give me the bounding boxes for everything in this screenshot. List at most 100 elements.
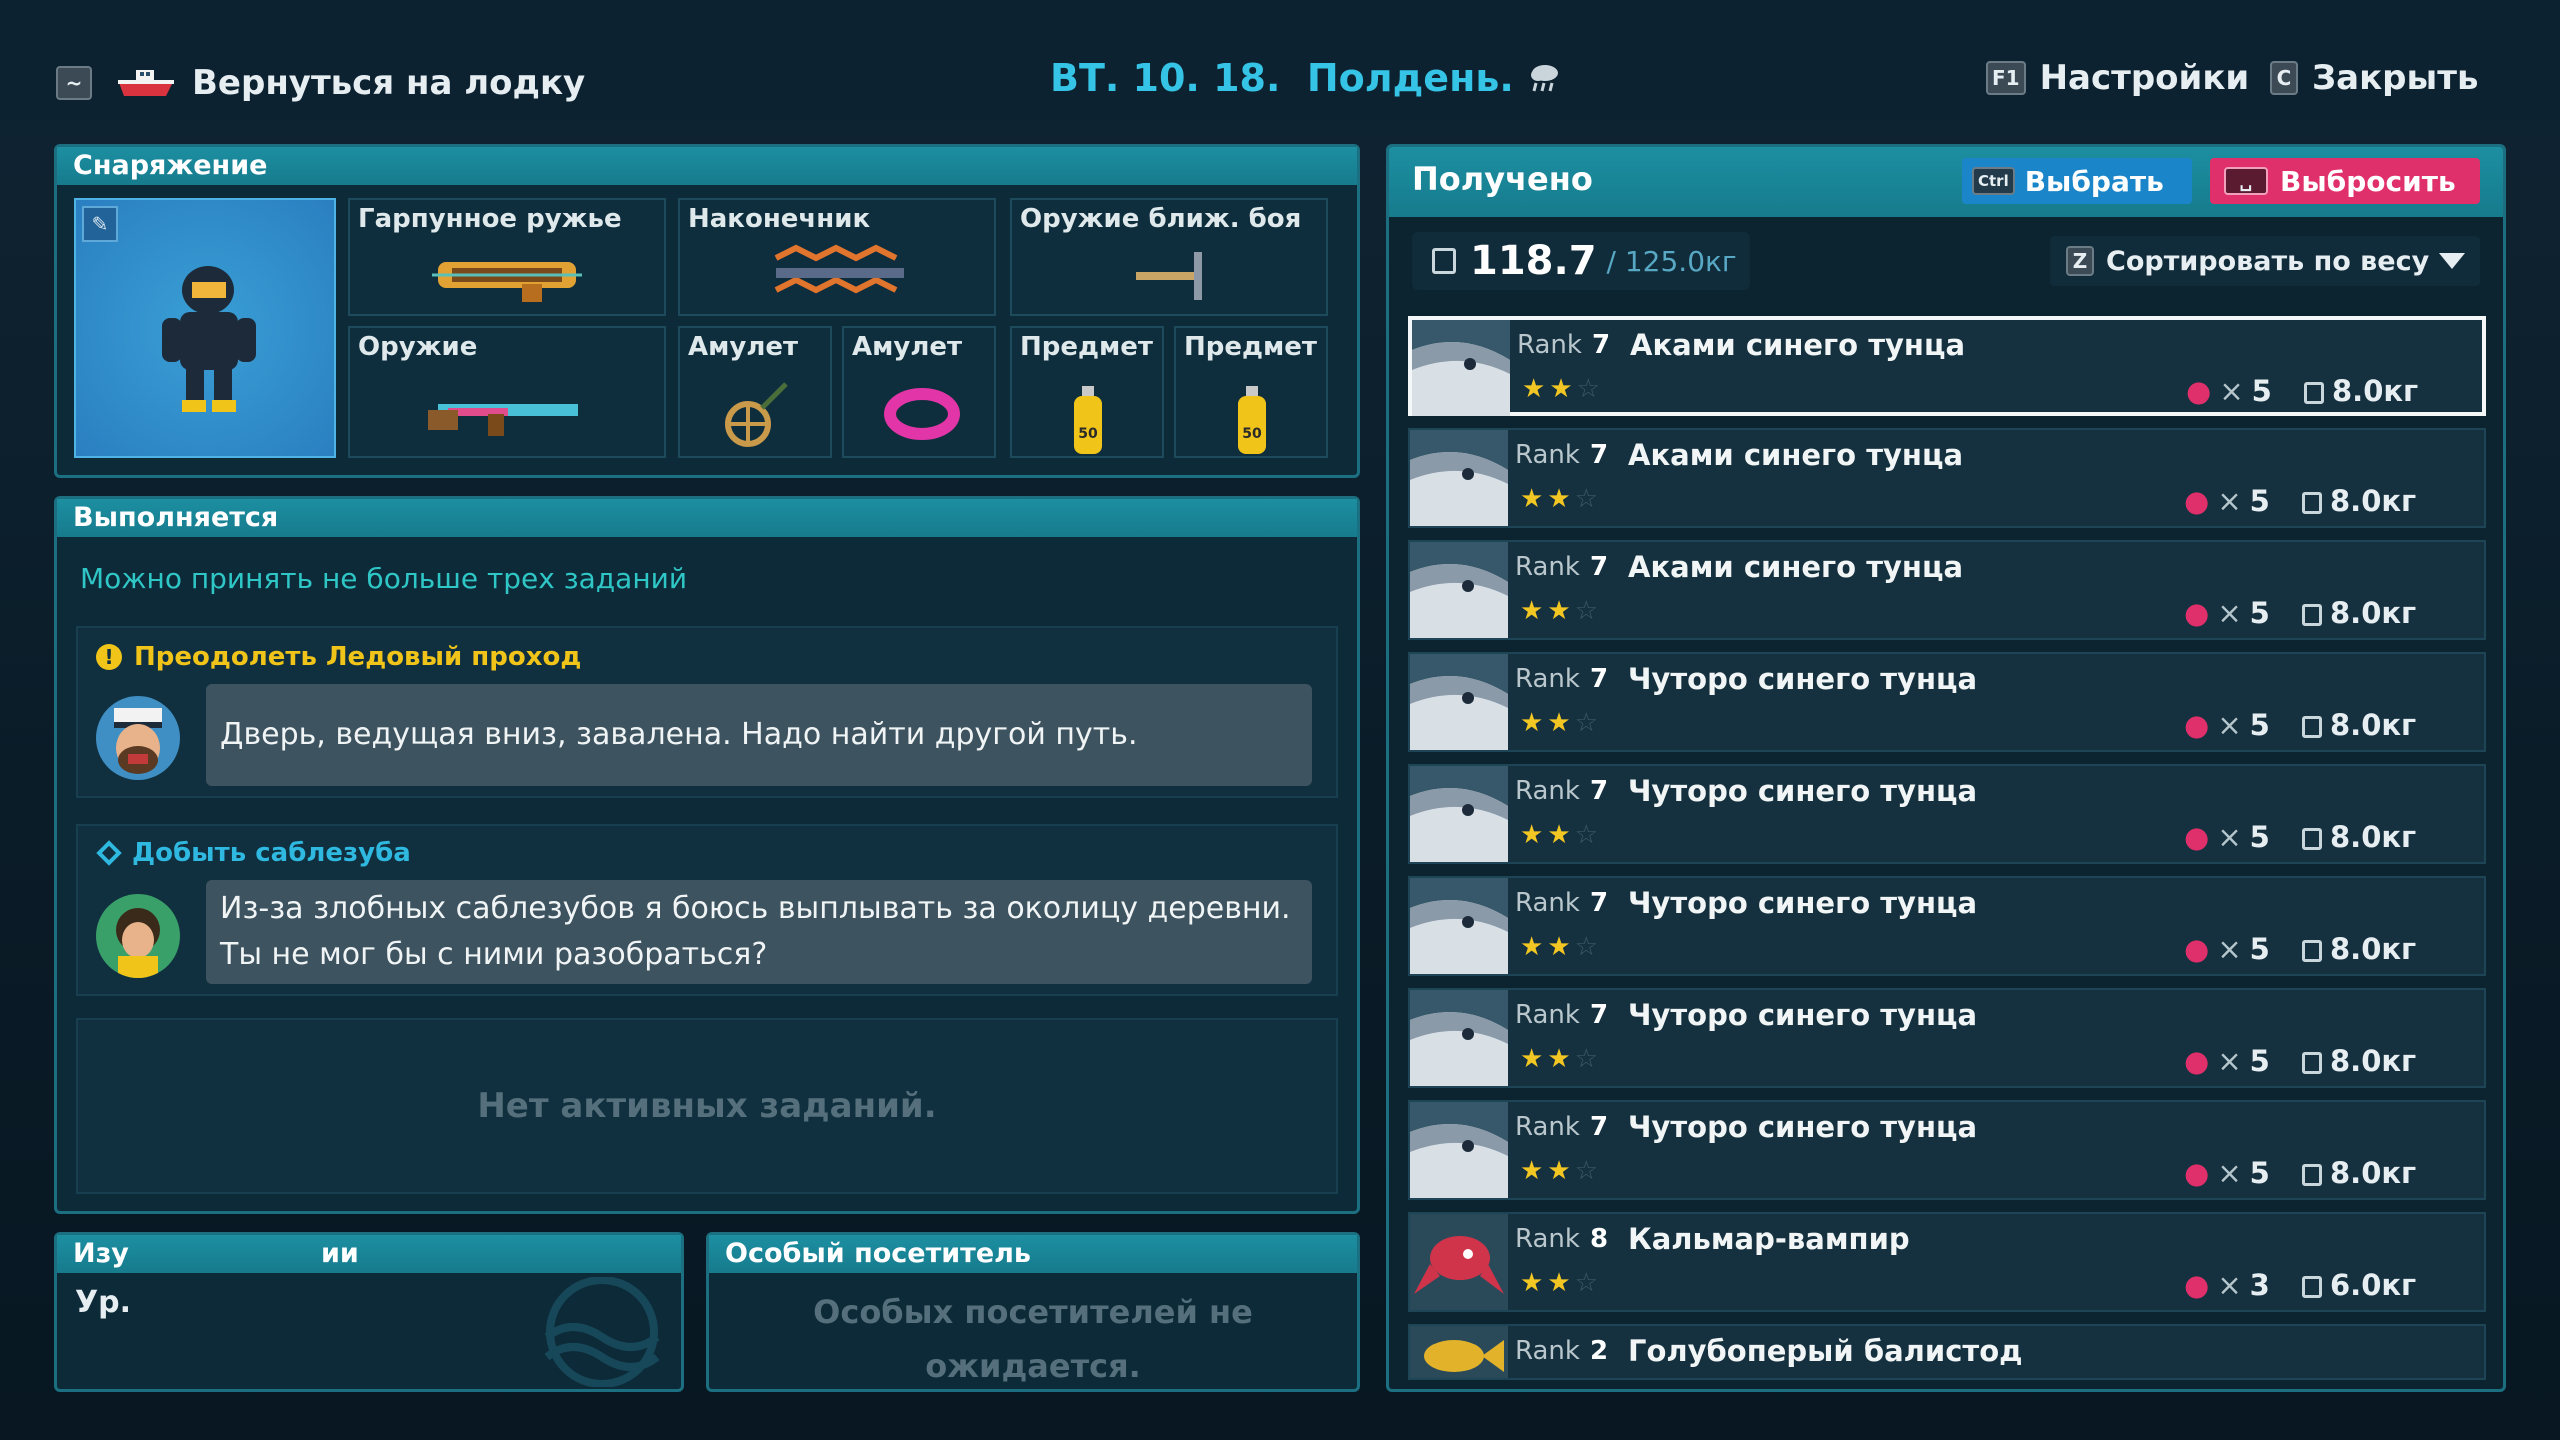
quantity-value: 5 xyxy=(2249,596,2270,630)
slot-item-2[interactable]: Предмет 50 xyxy=(1174,326,1328,458)
inventory-item-row[interactable]: Rank 2 Голубоперый балистод xyxy=(1408,1324,2486,1380)
item-name: Чуторо синего тунца xyxy=(1628,886,1978,920)
settings-button[interactable]: F1 Настройки xyxy=(1986,58,2249,98)
quest-title-1: ! Преодолеть Ледовый проход xyxy=(96,642,581,672)
research-panel: Изу ии Ур. xyxy=(54,1232,684,1392)
wave-emblem-icon xyxy=(544,1277,660,1387)
item-rank: Rank 7 xyxy=(1515,888,1608,918)
close-button[interactable]: C Закрыть xyxy=(2270,58,2478,98)
quest-title-label: Преодолеть Ледовый проход xyxy=(134,642,582,672)
item-name: Чуторо синего тунца xyxy=(1628,1110,1978,1144)
slot-amulet-1[interactable]: Амулет xyxy=(678,326,832,458)
sort-by-weight-dropdown[interactable]: Z Сортировать по весу xyxy=(2050,236,2480,286)
star-filled-icon: ★ xyxy=(1549,374,1577,404)
star-filled-icon: ★ xyxy=(1520,1156,1548,1186)
inventory-item-row[interactable]: Rank 7 Аками синего тунца ★★☆ ● × 5 8.0кг xyxy=(1408,540,2486,640)
weight-icon xyxy=(2304,382,2324,404)
slot-item-1[interactable]: Предмет 50 xyxy=(1010,326,1164,458)
c-key: C xyxy=(2270,61,2298,95)
bait-drop-icon: ● xyxy=(2184,1268,2210,1302)
inventory-item-row[interactable]: Rank 7 Аками синего тунца ★★☆ ● × 5 8.0кг xyxy=(1408,428,2486,528)
research-header: Изу ии xyxy=(57,1235,681,1273)
slot-label: Предмет xyxy=(1020,332,1153,362)
tuna-icon xyxy=(1410,542,1508,638)
item-rank: Rank 7 xyxy=(1515,776,1608,806)
multiply-sign: × xyxy=(2219,374,2244,408)
star-filled-icon: ★ xyxy=(1520,1044,1548,1074)
quest-message-2: Из-за злобных саблезубов я боюсь выплыва… xyxy=(206,880,1312,984)
inventory-item-row[interactable]: Rank 8 Кальмар-вампир ★★☆ ● × 3 6.0кг xyxy=(1408,1212,2486,1312)
slot-label: Оружие ближ. боя xyxy=(1020,204,1302,234)
item-rank: Rank 7 xyxy=(1515,664,1608,694)
rank-value: 7 xyxy=(1589,664,1609,694)
star-filled-icon: ★ xyxy=(1520,1268,1548,1298)
star-filled-icon: ★ xyxy=(1547,1268,1575,1298)
slot-weapon[interactable]: Оружие xyxy=(348,326,666,458)
inventory-item-row[interactable]: Rank 7 Чуторо синего тунца ★★☆ ● × 5 8.0кг xyxy=(1408,1100,2486,1200)
item-weight: 8.0кг xyxy=(2302,820,2416,854)
squid-icon xyxy=(1410,1214,1508,1310)
rank-label: Rank xyxy=(1515,1336,1580,1366)
z-key: Z xyxy=(2066,246,2094,276)
item-rank: Rank 2 xyxy=(1515,1336,1608,1366)
quest-limit-note: Можно принять не больше трех заданий xyxy=(80,562,688,595)
item-name: Чуторо синего тунца xyxy=(1628,662,1978,696)
inventory-item-row[interactable]: Rank 7 Чуторо синего тунца ★★☆ ● × 5 8.0кг xyxy=(1408,764,2486,864)
inventory-item-row[interactable]: Rank 7 Чуторо синего тунца ★★☆ ● × 5 8.0кг xyxy=(1408,876,2486,976)
tuna-icon xyxy=(1410,430,1508,526)
tuna-icon xyxy=(1410,766,1508,862)
wheel-amulet-icon xyxy=(725,382,788,447)
special-visitor-line: Особых посетителей не xyxy=(813,1293,1253,1331)
slot-melee-weapon[interactable]: Оружие ближ. боя xyxy=(1010,198,1328,316)
star-empty-icon: ☆ xyxy=(1574,932,1602,962)
tuna-icon xyxy=(1412,320,1510,416)
item-quantity: ● × 5 xyxy=(2184,484,2270,518)
weight-value: 8.0кг xyxy=(2330,708,2417,742)
multiply-sign: × xyxy=(2217,1156,2242,1190)
inventory-item-row[interactable]: Rank 7 Аками синего тунца ★★☆ ● × 5 8.0кг xyxy=(1408,316,2486,416)
harpoon-gun-icon xyxy=(432,262,582,302)
alert-icon: ! xyxy=(96,644,122,670)
inventory-item-row[interactable]: Rank 7 Чуторо синего тунца ★★☆ ● × 5 8.0кг xyxy=(1408,652,2486,752)
star-empty-icon: ☆ xyxy=(1574,820,1602,850)
discard-label: Выбросить xyxy=(2280,164,2456,198)
special-visitor-panel: Особый посетитель Особых посетителей не … xyxy=(706,1232,1360,1392)
bait-drop-icon: ● xyxy=(2184,820,2210,854)
slot-label: Предмет xyxy=(1184,332,1317,362)
item-rank: Rank 7 xyxy=(1517,330,1610,360)
item-weight: 8.0кг xyxy=(2302,932,2416,966)
quests-title: Выполняется xyxy=(57,499,1357,537)
weight-capacity: 118.7 / 125.0кг xyxy=(1412,232,1750,290)
slot-harpoon-tip[interactable]: Наконечник xyxy=(678,198,996,316)
quality-stars: ★★☆ xyxy=(1520,820,1602,850)
rank-label: Rank xyxy=(1517,330,1582,360)
space-key: ␣ xyxy=(2224,167,2268,195)
special-visitor-message: Особых посетителей не ожидается. xyxy=(709,1285,1357,1393)
rank-label: Rank xyxy=(1515,664,1580,694)
weight-value: 8.0кг xyxy=(2332,374,2419,408)
star-empty-icon: ☆ xyxy=(1574,708,1602,738)
quantity-value: 5 xyxy=(2249,708,2270,742)
weight-max: / 125.0кг xyxy=(1606,244,1737,278)
date-time-label: ВТ. 10. 18. Полдень. xyxy=(1050,56,1514,100)
discard-button[interactable]: ␣ Выбросить xyxy=(2210,158,2480,204)
diamond-icon xyxy=(96,840,122,866)
back-to-boat-button[interactable]: ~ Вернуться на лодку xyxy=(56,58,585,108)
inventory-item-row[interactable]: Rank 7 Чуторо синего тунца ★★☆ ● × 5 8.0кг xyxy=(1408,988,2486,1088)
pin-icon[interactable]: ✎ xyxy=(82,206,118,242)
weight-value: 8.0кг xyxy=(2330,1044,2417,1078)
quality-stars: ★★☆ xyxy=(1520,484,1602,514)
item-rank: Rank 8 xyxy=(1515,1224,1608,1254)
item-quantity: ● × 5 xyxy=(2186,374,2272,408)
rank-value: 8 xyxy=(1589,1224,1609,1254)
chevron-down-icon xyxy=(2439,253,2466,269)
select-button[interactable]: Ctrl Выбрать xyxy=(1962,158,2192,204)
slot-amulet-2[interactable]: Амулет xyxy=(842,326,996,458)
rifle-icon xyxy=(428,404,578,436)
star-filled-icon: ★ xyxy=(1522,374,1550,404)
slot-harpoon-gun[interactable]: Гарпунное ружье xyxy=(348,198,666,316)
star-filled-icon: ★ xyxy=(1547,820,1575,850)
character-portrait: ✎ xyxy=(74,198,336,458)
weight-icon xyxy=(1432,248,1456,274)
rank-value: 2 xyxy=(1589,1336,1609,1366)
